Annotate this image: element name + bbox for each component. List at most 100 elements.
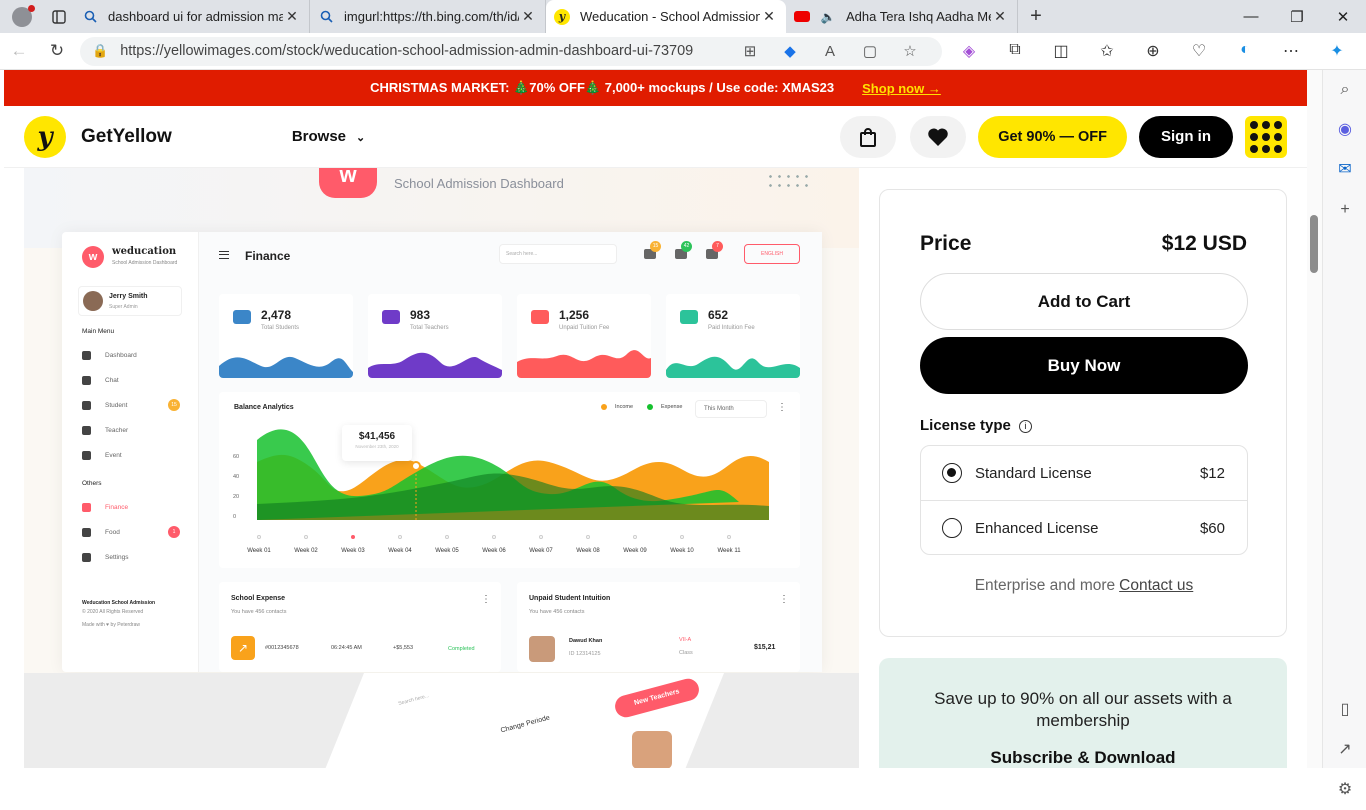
browse-menu[interactable]: Browse ⌄ — [292, 128, 365, 145]
event-icon — [82, 450, 91, 460]
radio-unselected-icon[interactable] — [942, 518, 962, 538]
info-icon[interactable]: i — [1018, 420, 1032, 433]
back-icon[interactable]: ← — [0, 41, 38, 61]
week-label: Week 10 — [670, 548, 694, 554]
more-menu-icon[interactable]: ⋯ — [1268, 41, 1314, 61]
student-id: ID 12314125 — [569, 651, 601, 657]
subscribe-download-button[interactable]: Subscribe & Download — [879, 748, 1287, 768]
extensions-icon[interactable]: ⧉ — [992, 41, 1038, 61]
get-offer-button[interactable]: Get 90% — OFF — [978, 115, 1127, 158]
week-label: Week 01 — [247, 548, 271, 554]
search-icon — [318, 9, 334, 25]
week-label: Week 09 — [623, 548, 647, 554]
add-to-cart-button[interactable]: Add to Cart — [920, 273, 1248, 330]
mockup-page-title: Finance — [245, 249, 291, 263]
shop-now-link[interactable]: Shop now → — [862, 81, 941, 96]
card-title: School Expense — [231, 595, 286, 602]
menu-label: Student — [105, 401, 128, 409]
tab-dashboard-search[interactable]: dashboard ui for admission man ✕ — [74, 0, 310, 33]
users-icon — [680, 310, 698, 324]
performance-icon[interactable]: ♡ — [1176, 41, 1222, 61]
apps-icon[interactable]: ⊞ — [730, 42, 770, 60]
getyellow-logo[interactable]: y — [24, 115, 66, 158]
week-label: Week 11 — [717, 548, 741, 554]
browse-label: Browse — [291, 128, 346, 145]
copilot-icon[interactable]: ◈ — [946, 41, 992, 61]
tab-actions-icon[interactable] — [44, 0, 74, 33]
copilot-icon[interactable]: ◉ — [1323, 110, 1366, 150]
close-tab-icon[interactable]: ✕ — [760, 8, 778, 25]
purchase-card: Price $12 USD Add to Cart Buy Now Licens… — [879, 189, 1287, 637]
copilot-sidebar-icon[interactable]: ✦ — [1314, 41, 1360, 61]
close-tab-icon[interactable]: ✕ — [991, 8, 1009, 25]
lock-icon[interactable]: 🔒 — [92, 43, 108, 59]
menu-label: Food — [105, 528, 120, 536]
license-price: $60 — [1199, 519, 1225, 537]
menu-item-chat: Chat — [82, 373, 192, 387]
week-label: Week 06 — [482, 548, 506, 554]
page-scrollbar[interactable] — [1307, 70, 1322, 768]
collections-icon[interactable]: ⊕ — [1130, 41, 1176, 61]
stat-wave — [219, 356, 353, 378]
contact-us-link[interactable]: Contact us — [1119, 577, 1193, 594]
favorites-icon[interactable]: ✩ — [1084, 41, 1130, 61]
site-header: y GetYellow Browse ⌄ Get 90% — OFF Sign i… — [4, 106, 1307, 168]
search-icon[interactable]: ⌕ — [1323, 70, 1366, 110]
speaker-icon[interactable]: 🔈 — [820, 9, 836, 25]
edge-icon[interactable]: ◐ — [1222, 41, 1268, 61]
tab-youtube[interactable]: 🔈 Adha Tera Ishq Aadha Mera ✕ — [786, 0, 1018, 33]
close-tab-icon[interactable]: ✕ — [283, 8, 301, 25]
immersive-reader-icon[interactable]: ▢ — [850, 42, 890, 60]
mockup-footer-rights: © 2020 All Rights Reserved — [82, 609, 144, 615]
refresh-icon[interactable]: ↻ — [38, 41, 76, 61]
main-menu-title: Main Menu — [82, 328, 115, 335]
teacher-photo — [632, 731, 672, 768]
sign-in-button[interactable]: Sign in — [1139, 115, 1233, 158]
buy-now-button[interactable]: Buy Now — [920, 337, 1248, 394]
scrollbar-thumb[interactable] — [1310, 215, 1318, 273]
license-enhanced[interactable]: Enhanced License $60 — [921, 501, 1247, 555]
minimize-icon[interactable]: — — [1228, 8, 1274, 26]
split-screen-icon[interactable]: ◫ — [1038, 41, 1084, 61]
tab-weducation[interactable]: y Weducation - School Admission ✕ — [546, 0, 786, 33]
sidebar-toggle-icon[interactable]: ▯ — [1323, 690, 1366, 730]
external-link-icon[interactable]: ↗ — [1323, 730, 1366, 770]
license-standard[interactable]: Standard License $12 — [921, 446, 1247, 500]
wishlist-button[interactable] — [910, 115, 967, 158]
url-field[interactable]: 🔒 https://yellowimages.com/stock/weducat… — [80, 36, 942, 66]
profile-button[interactable] — [0, 0, 44, 33]
restore-icon[interactable]: ❐ — [1274, 8, 1320, 26]
new-tab-button[interactable]: + — [1018, 5, 1054, 28]
settings-icon — [82, 552, 91, 562]
favorite-star-icon[interactable]: ☆ — [890, 42, 930, 60]
week-label: Week 08 — [576, 548, 600, 554]
apps-grid-icon[interactable] — [1245, 115, 1287, 158]
week-dot — [257, 535, 261, 539]
tab-title: Adha Tera Ishq Aadha Mera — [846, 9, 991, 24]
user-role: Super Admin — [109, 304, 138, 310]
shopping-bag-icon — [860, 127, 877, 147]
add-icon[interactable]: + — [1323, 190, 1366, 230]
license-options: Standard License $12 Enhanced License $6… — [920, 445, 1248, 555]
license-price: $12 — [1199, 464, 1225, 482]
url-text: https://yellowimages.com/stock/weducatio… — [120, 43, 694, 59]
product-preview-image[interactable]: w School Admission Dashboard w weducatio… — [24, 168, 859, 768]
promo-text: CHRISTMAS MARKET: 🎄70% OFF🎄 7,000+ mocku… — [370, 80, 835, 95]
close-tab-icon[interactable]: ✕ — [519, 8, 537, 25]
brand-name[interactable]: GetYellow — [81, 126, 172, 148]
student-amount: $15,21 — [754, 644, 776, 651]
radio-selected-icon[interactable] — [942, 463, 962, 483]
stat-label: Total Students — [261, 325, 300, 331]
close-window-icon[interactable]: ✕ — [1320, 8, 1366, 26]
settings-gear-icon[interactable]: ⚙ — [1323, 770, 1366, 810]
stat-label: Total Teachers — [410, 325, 449, 331]
mail-count: 15 — [650, 241, 661, 252]
read-aloud-icon[interactable]: A — [810, 43, 850, 60]
outlook-icon[interactable]: ✉ — [1323, 150, 1366, 190]
tab-imgurl-search[interactable]: imgurl:https://th.bing.com/th/id/ ✕ — [310, 0, 546, 33]
price-label: Price — [920, 232, 972, 255]
shopping-tag-icon[interactable]: ◆ — [770, 42, 810, 60]
week-dot — [445, 535, 449, 539]
cart-button[interactable] — [840, 115, 897, 158]
decorative-dots — [766, 172, 814, 190]
